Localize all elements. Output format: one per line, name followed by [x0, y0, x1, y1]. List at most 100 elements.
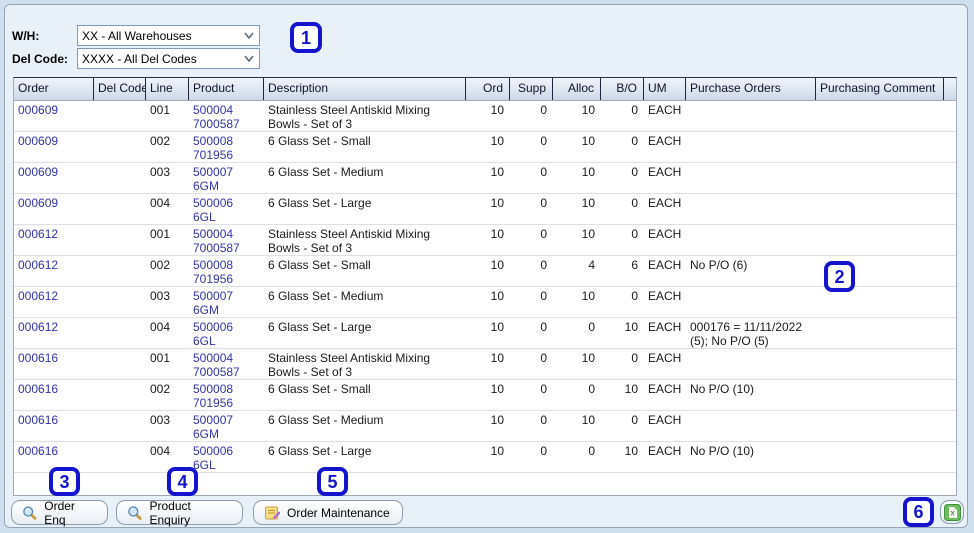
product-link[interactable]: 500006 6GL	[189, 442, 264, 472]
purchasing-comment-cell	[816, 380, 944, 410]
purchasing-comment-cell	[816, 411, 944, 441]
wh-dropdown[interactable]: XX - All Warehouses	[77, 25, 260, 46]
product-link[interactable]: 500006 6GL	[189, 318, 264, 348]
bo-cell: 10	[624, 320, 638, 334]
table-row[interactable]: 000612 001 500004 7000587 Stainless Steel An…	[14, 225, 956, 256]
alloc-cell: 10	[581, 196, 595, 210]
um-cell: EACH	[648, 289, 682, 303]
product-link[interactable]: 500008 701956	[189, 256, 264, 286]
order-link[interactable]: 000612	[14, 318, 94, 348]
table-row[interactable]: 000612 004 500006 6GL 6 Glass Set - Large 10 0…	[14, 318, 956, 349]
bo-cell: 0	[631, 196, 638, 210]
order-link[interactable]: 000609	[14, 163, 94, 193]
del-code-cell	[94, 256, 146, 286]
ord-cell: 10	[490, 351, 504, 365]
product-link[interactable]: 500008 701956	[189, 380, 264, 410]
supp-cell: 0	[540, 444, 547, 458]
product-link[interactable]: 500006 6GL	[189, 194, 264, 224]
column-header-ord[interactable]: Ord	[466, 78, 510, 100]
order-link[interactable]: 000609	[14, 101, 94, 131]
alloc-cell: 0	[588, 444, 595, 458]
product-alt-code: 6GM	[193, 427, 220, 441]
order-link[interactable]: 000616	[14, 411, 94, 441]
table-row[interactable]: 000609 004 500006 6GL 6 Glass Set - Large 10 0…	[14, 194, 956, 225]
product-enquiry-button[interactable]: Product Enquiry	[116, 499, 243, 527]
description-cell: 6 Glass Set - Large	[268, 320, 372, 334]
column-header-purchase_orders[interactable]: Purchase Orders	[686, 78, 816, 100]
description-cell: 6 Glass Set - Large	[268, 196, 372, 210]
description-cell: 6 Glass Set - Large	[268, 444, 372, 458]
product-link[interactable]: 500007 6GM	[189, 287, 264, 317]
column-header-description[interactable]: Description	[264, 78, 466, 100]
product-code: 500007	[193, 413, 234, 427]
product-code: 500006	[193, 320, 234, 334]
product-link[interactable]: 500004 7000587	[189, 225, 264, 255]
order-link[interactable]: 000616	[14, 380, 94, 410]
supp-cell: 0	[540, 196, 547, 210]
column-header-supp[interactable]: Supp	[510, 78, 553, 100]
product-code: 500004	[193, 103, 234, 117]
supp-cell: 0	[540, 227, 547, 241]
product-link[interactable]: 500004 7000587	[189, 349, 264, 379]
order-link[interactable]: 000612	[14, 256, 94, 286]
line-cell: 002	[150, 134, 171, 148]
product-code: 500004	[193, 227, 234, 241]
product-link[interactable]: 500004 7000587	[189, 101, 264, 131]
order-link[interactable]: 000612	[14, 225, 94, 255]
description-cell: Stainless Steel Antiskid Mixing Bowls - …	[268, 103, 431, 131]
ord-cell: 10	[490, 165, 504, 179]
del-code-dropdown-value: XXXX - All Del Codes	[82, 51, 197, 66]
search-icon	[23, 506, 37, 520]
supp-cell: 0	[540, 382, 547, 396]
table-row[interactable]: 000612 002 500008 701956 6 Glass Set - Small…	[14, 256, 956, 287]
order-link[interactable]: 000612	[14, 287, 94, 317]
product-alt-code: 701956	[193, 396, 234, 410]
purchasing-comment-cell	[816, 194, 944, 224]
column-header-um[interactable]: UM	[644, 78, 686, 100]
line-cell: 003	[150, 413, 171, 427]
table-row[interactable]: 000609 001 500004 7000587 Stainless Steel An…	[14, 101, 956, 132]
alloc-cell: 4	[588, 258, 595, 272]
product-code: 500008	[193, 382, 234, 396]
column-header-product[interactable]: Product	[189, 78, 264, 100]
table-row[interactable]: 000616 003 500007 6GM 6 Glass Set - Medium 10…	[14, 411, 956, 442]
column-header-order[interactable]: Order	[14, 78, 94, 100]
product-alt-code: 7000587	[193, 117, 240, 131]
table-row[interactable]: 000616 001 500004 7000587 Stainless Steel An…	[14, 349, 956, 380]
product-link[interactable]: 500007 6GM	[189, 411, 264, 441]
column-header-line[interactable]: Line	[146, 78, 189, 100]
column-header-purchasing_comment[interactable]: Purchasing Comment	[816, 78, 944, 100]
order-link[interactable]: 000616	[14, 349, 94, 379]
del-code-cell	[94, 318, 146, 348]
chevron-down-icon	[244, 32, 254, 40]
description-cell: Stainless Steel Antiskid Mixing Bowls - …	[268, 227, 431, 255]
order-maintenance-button[interactable]: Order Maintenance	[253, 500, 403, 525]
product-alt-code: 6GM	[193, 303, 220, 317]
annotation-5: 5	[317, 467, 348, 496]
product-link[interactable]: 500008 701956	[189, 132, 264, 162]
product-code: 500008	[193, 258, 234, 272]
product-code: 500006	[193, 196, 234, 210]
column-header-bo[interactable]: B/O	[601, 78, 644, 100]
line-cell: 002	[150, 258, 171, 272]
table-row[interactable]: 000616 004 500006 6GL 6 Glass Set - Large 10 0…	[14, 442, 956, 473]
alloc-cell: 10	[581, 103, 595, 117]
table-row[interactable]: 000609 003 500007 6GM 6 Glass Set - Medium 10…	[14, 163, 956, 194]
column-header-del_code[interactable]: Del Code	[94, 78, 146, 100]
del-code-dropdown[interactable]: XXXX - All Del Codes	[77, 48, 260, 69]
excel-export-button[interactable]: X	[940, 500, 964, 524]
product-code: 500007	[193, 165, 234, 179]
del-code-cell	[94, 380, 146, 410]
table-row[interactable]: 000612 003 500007 6GM 6 Glass Set - Medium 10…	[14, 287, 956, 318]
order-enq-button[interactable]: Order Enq	[11, 499, 108, 527]
alloc-cell: 0	[588, 320, 595, 334]
annotation-4: 4	[167, 467, 198, 496]
order-link[interactable]: 000609	[14, 132, 94, 162]
supp-cell: 0	[540, 103, 547, 117]
product-link[interactable]: 500007 6GM	[189, 163, 264, 193]
column-header-alloc[interactable]: Alloc	[553, 78, 601, 100]
table-row[interactable]: 000609 002 500008 701956 6 Glass Set - Small…	[14, 132, 956, 163]
um-cell: EACH	[648, 165, 682, 179]
table-row[interactable]: 000616 002 500008 701956 6 Glass Set - Small…	[14, 380, 956, 411]
order-link[interactable]: 000609	[14, 194, 94, 224]
